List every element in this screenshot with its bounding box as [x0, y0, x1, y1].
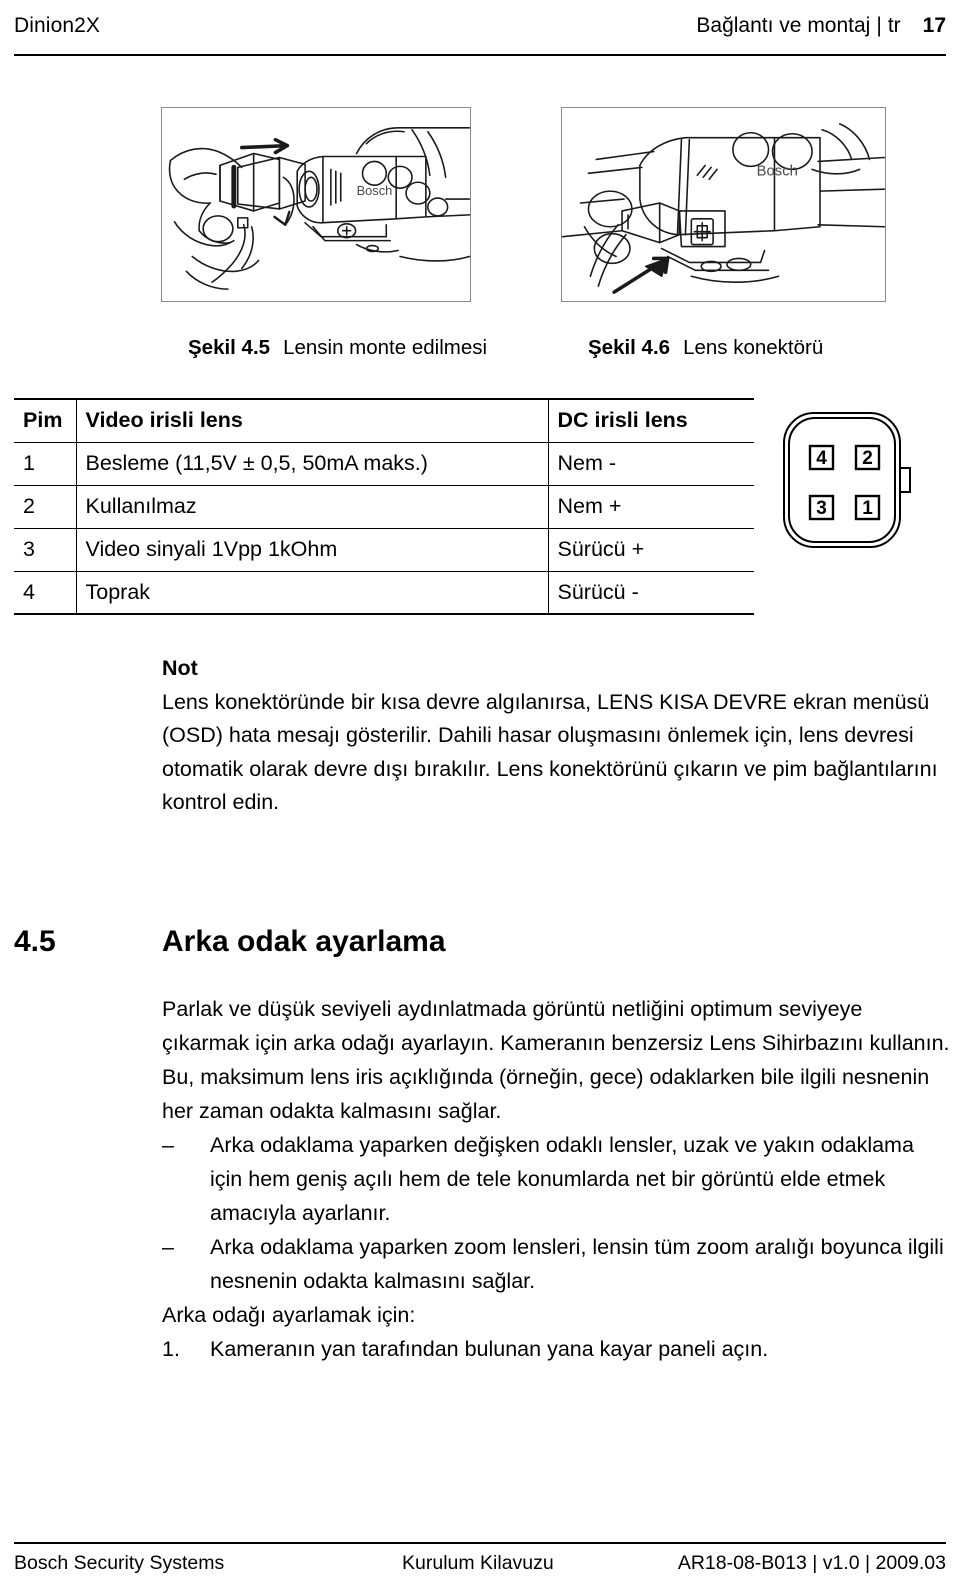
column-header-pin: Pim: [14, 397, 77, 443]
header-language-code: tr: [887, 14, 901, 37]
footer-company: Bosch Security Systems: [14, 1552, 225, 1574]
steps-intro: Arka odağı ayarlamak için:: [162, 1303, 416, 1327]
connector-pin-top-right: 2: [862, 448, 873, 469]
footer-doc-type: Kurulum Kilavuzu: [402, 1552, 554, 1574]
section-number: 4.5: [14, 925, 56, 958]
figure-brand-label: Bosch: [357, 183, 393, 198]
bullet-text: Arka odaklama yaparken değişken odaklı l…: [210, 1133, 914, 1225]
bullet-text: Arka odaklama yaparken zoom lensleri, le…: [210, 1235, 944, 1293]
cell-video: Kullanılmaz: [76, 484, 549, 529]
step-number: 1.: [162, 1337, 180, 1361]
connector-pinout-diagram: 4 2 3 1: [774, 406, 932, 556]
header-page-number: 17: [922, 14, 946, 37]
cell-dc: Sürücü -: [548, 570, 754, 616]
connector-pin-top-left: 4: [816, 448, 827, 469]
note-block: Not Lens konektöründe bir kısa devre alg…: [162, 652, 948, 820]
figure-brand-label: Bosch: [757, 163, 798, 179]
figure-caption-text: Lens konektörü: [683, 336, 824, 359]
figure-lens-mounting: Bosch: [161, 107, 471, 302]
table-row: 3 Video sinyali 1Vpp 1kOhm Sürücü +: [14, 527, 754, 572]
footer-row: Bosch Security Systems Kurulum Kilavuzu …: [14, 1552, 946, 1586]
note-body: Lens konektöründe bir kısa devre algılan…: [162, 689, 938, 815]
header-rule: [14, 54, 946, 56]
figure-caption-4-6: Şekil 4.6 Lens konektörü: [588, 336, 823, 360]
list-item: – Arka odaklama yaparken zoom lensleri, …: [162, 1230, 952, 1298]
footer-rule: [14, 1542, 946, 1544]
section-body: Parlak ve düşük seviyeli aydınlatmada gö…: [162, 992, 952, 1366]
lens-pin-assignment-table: Pim Video irisli lens DC irisli lens 1 B…: [14, 397, 754, 616]
list-item: – Arka odaklama yaparken değişken odaklı…: [162, 1128, 952, 1230]
table-row: 4 Toprak Sürücü -: [14, 570, 754, 616]
column-header-dc: DC irisli lens: [548, 397, 754, 443]
cell-dc: Sürücü +: [548, 527, 754, 572]
footer-doc-id: AR18-08-B013 | v1.0 | 2009.03: [677, 1552, 946, 1574]
header-separator: |: [876, 14, 882, 37]
cell-video: Toprak: [76, 570, 549, 616]
cell-video: Besleme (11,5V ± 0,5, 50mA maks.): [76, 441, 549, 486]
header-chapter-title: Bağlantı ve montaj: [696, 14, 871, 37]
cell-dc: Nem -: [548, 441, 754, 486]
connector-pin-bottom-right: 1: [862, 498, 873, 519]
table-header-row: Pim Video irisli lens DC irisli lens: [14, 397, 754, 443]
page-footer: Bosch Security Systems Kurulum Kilavuzu …: [14, 1542, 946, 1586]
cell-dc: Nem +: [548, 484, 754, 529]
figure-caption-text: Lensin monte edilmesi: [283, 336, 488, 359]
section-title: Arka odak ayarlama: [162, 925, 446, 958]
column-header-video: Video irisli lens: [76, 397, 549, 443]
step-text: Kameranın yan tarafından bulunan yana ka…: [210, 1337, 769, 1361]
figure-caption-4-5: Şekil 4.5 Lensin monte edilmesi: [188, 336, 487, 360]
bullet-marker: –: [162, 1235, 174, 1259]
cell-pin: 4: [14, 570, 77, 616]
connector-pin-bottom-left: 3: [816, 498, 827, 519]
table-row: 1 Besleme (11,5V ± 0,5, 50mA maks.) Nem …: [14, 441, 754, 486]
note-title: Not: [162, 656, 198, 680]
list-item: 1. Kameranın yan tarafından bulunan yana…: [162, 1332, 952, 1366]
table-row: 2 Kullanılmaz Nem +: [14, 484, 754, 529]
figure-lens-connector: Bosch: [561, 107, 886, 302]
header-row: Dinion2X Bağlantı ve montaj | tr 17: [14, 14, 946, 50]
cell-pin: 2: [14, 484, 77, 529]
bullet-marker: –: [162, 1133, 174, 1157]
page-header: Dinion2X Bağlantı ve montaj | tr 17: [14, 14, 946, 60]
cell-pin: 1: [14, 441, 77, 486]
header-product-title: Dinion2X: [14, 14, 101, 37]
section-paragraph: Parlak ve düşük seviyeli aydınlatmada gö…: [162, 997, 950, 1123]
section-heading: 4.5 Arka odak ayarlama: [14, 925, 946, 959]
figure-caption-number: Şekil 4.6: [588, 336, 671, 359]
cell-pin: 3: [14, 527, 77, 572]
cell-video: Video sinyali 1Vpp 1kOhm: [76, 527, 549, 572]
header-right-group: Bağlantı ve montaj | tr 17: [696, 14, 946, 38]
figure-caption-number: Şekil 4.5: [188, 336, 271, 359]
